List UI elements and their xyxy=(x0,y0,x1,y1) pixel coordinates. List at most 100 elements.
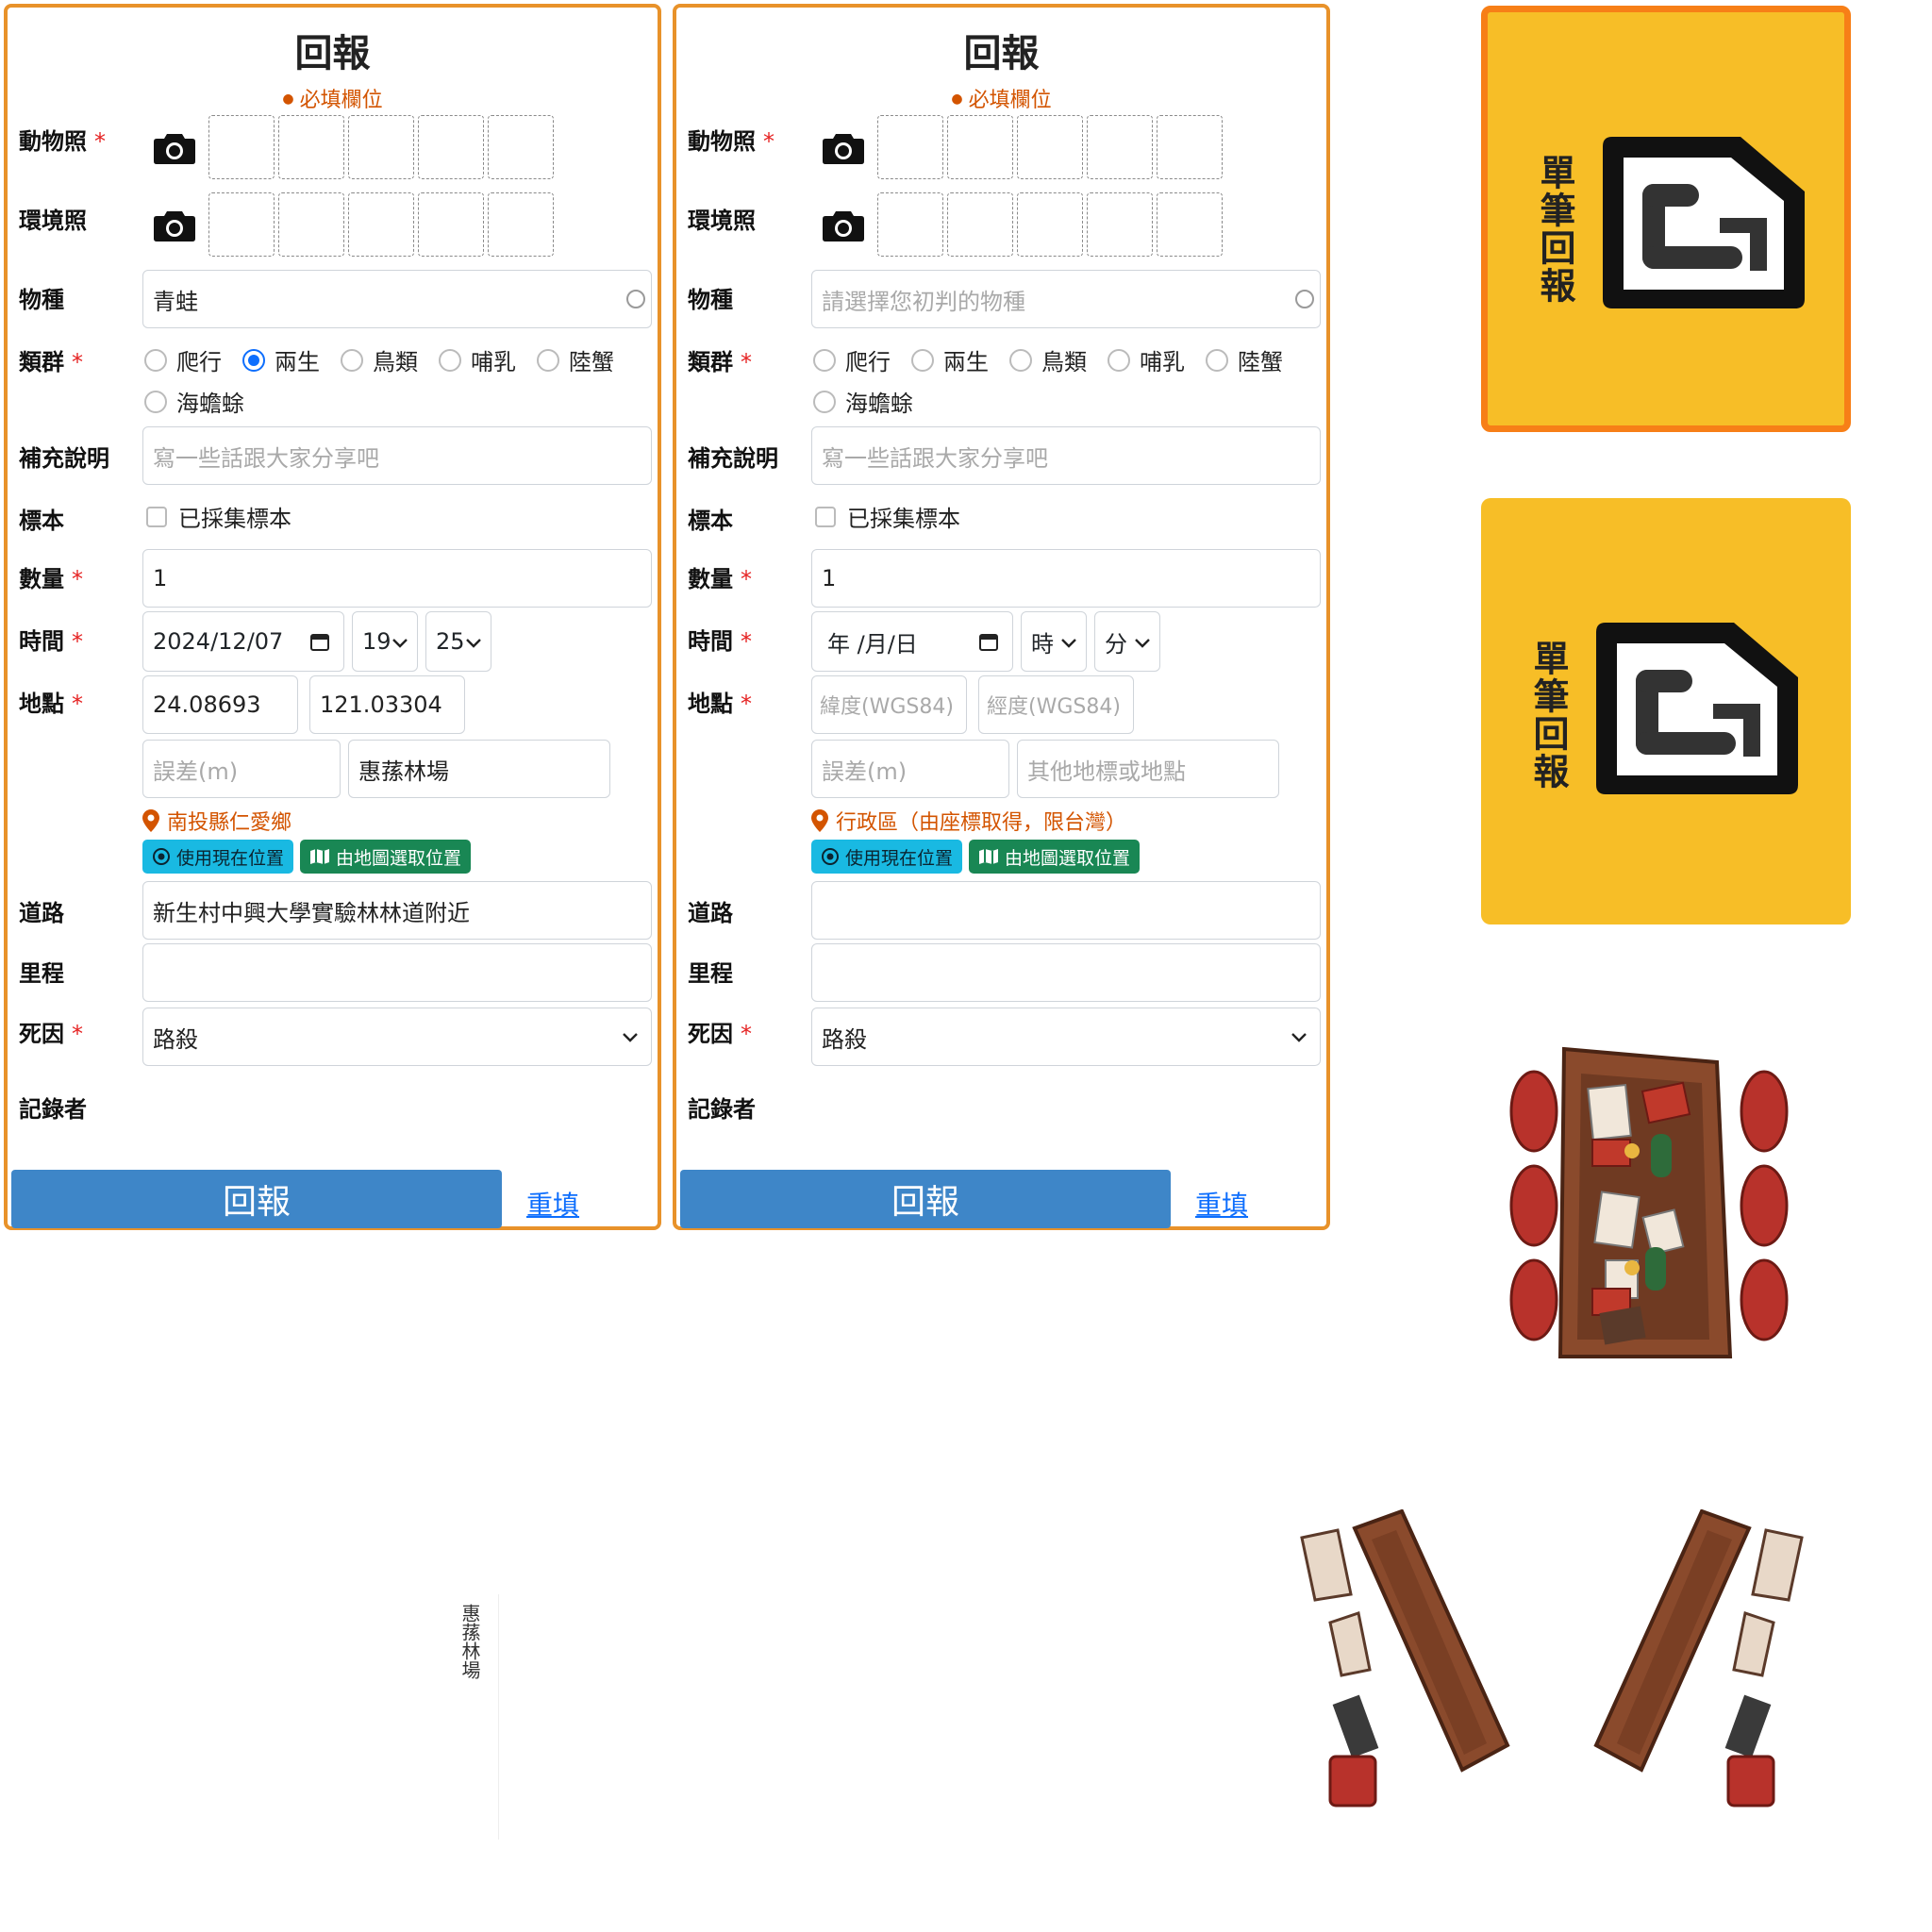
chevron-down-icon xyxy=(623,1033,638,1042)
death-cause-select[interactable]: 路殺 xyxy=(142,1008,652,1066)
mileage-input[interactable] xyxy=(142,943,652,1002)
road-input[interactable]: 新生村中興大學實驗林林道附近 xyxy=(142,881,652,940)
camera-icon[interactable] xyxy=(823,130,864,164)
label-location: 地點 * xyxy=(19,691,83,717)
photo-slot[interactable] xyxy=(1087,115,1153,179)
bench-illustration xyxy=(1300,1509,1510,1807)
radio-amphibian[interactable]: 兩生 xyxy=(911,343,989,376)
note-input[interactable]: 寫一些話跟大家分享吧 xyxy=(811,426,1321,485)
count-input[interactable]: 1 xyxy=(142,549,652,608)
date-input[interactable]: 年 /月/日 xyxy=(811,611,1013,672)
document-icon xyxy=(1596,623,1798,794)
photo-slot[interactable] xyxy=(877,192,943,257)
chevron-down-icon xyxy=(1135,639,1150,648)
photo-slot[interactable] xyxy=(208,115,275,179)
latitude-input[interactable]: 緯度(WGS84) xyxy=(811,675,967,734)
place-input[interactable]: 惠蓀林場 xyxy=(348,740,610,798)
photo-slot[interactable] xyxy=(488,192,554,257)
reset-link[interactable]: 重填 xyxy=(526,1185,579,1223)
radio-land-crab[interactable]: 陸蟹 xyxy=(1206,343,1283,376)
photo-slot[interactable] xyxy=(418,192,484,257)
submit-button[interactable]: 回報 xyxy=(11,1170,502,1228)
road-input[interactable] xyxy=(811,881,1321,940)
photo-slot[interactable] xyxy=(488,115,554,179)
mileage-input[interactable] xyxy=(811,943,1321,1002)
vertical-place-label: 惠蓀林場 xyxy=(458,1604,481,1679)
hour-select[interactable]: 19 xyxy=(352,611,418,672)
report-form-empty: 回報 ● 必填欄位 動物照 * 環境照 物種 請選擇您初判的物種 類群 * 爬行 兩生… xyxy=(673,4,1330,1230)
longitude-input[interactable]: 經度(WGS84) xyxy=(978,675,1134,734)
label-animal-photo: 動物照 * xyxy=(19,128,106,155)
label-note: 補充說明 xyxy=(19,445,109,472)
group-radio-group: 爬行 兩生 鳥類 哺乳 陸蟹 xyxy=(813,343,1304,376)
label-mileage: 里程 xyxy=(19,960,64,987)
radio-bird[interactable]: 鳥類 xyxy=(341,343,418,376)
crosshair-icon xyxy=(153,848,170,865)
photo-slot[interactable] xyxy=(348,115,414,179)
radio-mammal[interactable]: 哺乳 xyxy=(1108,343,1185,376)
photo-slot[interactable] xyxy=(1017,115,1083,179)
form-title: 回報 xyxy=(963,32,1040,75)
radio-bird[interactable]: 鳥類 xyxy=(1009,343,1087,376)
radio-land-crab[interactable]: 陸蟹 xyxy=(537,343,614,376)
label-road: 道路 xyxy=(19,900,64,926)
error-input[interactable]: 誤差(m) xyxy=(142,740,341,798)
note-input[interactable]: 寫一些話跟大家分享吧 xyxy=(142,426,652,485)
radio-cane-toad[interactable]: 海蟾蜍 xyxy=(144,385,244,418)
photo-slot[interactable] xyxy=(278,115,344,179)
label-animal-photo: 動物照 * xyxy=(688,128,774,155)
hour-select[interactable]: 時 xyxy=(1021,611,1087,672)
bench-illustration xyxy=(1593,1509,1804,1807)
radio-reptile[interactable]: 爬行 xyxy=(813,343,891,376)
photo-slot[interactable] xyxy=(1157,192,1223,257)
species-input[interactable]: 青蛙 xyxy=(142,270,652,328)
submit-button[interactable]: 回報 xyxy=(680,1170,1171,1228)
group-radio-group: 爬行 兩生 鳥類 哺乳 陸蟹 xyxy=(144,343,635,376)
crosshair-icon xyxy=(822,848,839,865)
pick-from-map-button[interactable]: 由地圖選取位置 xyxy=(300,840,472,874)
error-input[interactable]: 誤差(m) xyxy=(811,740,1009,798)
photo-slot[interactable] xyxy=(418,115,484,179)
photo-slot[interactable] xyxy=(1017,192,1083,257)
radio-cane-toad[interactable]: 海蟾蜍 xyxy=(813,385,913,418)
latitude-input[interactable]: 24.08693 xyxy=(142,675,298,734)
photo-slot[interactable] xyxy=(348,192,414,257)
reset-link[interactable]: 重填 xyxy=(1195,1185,1248,1223)
use-current-location-button[interactable]: 使用現在位置 xyxy=(811,840,963,874)
radio-reptile[interactable]: 爬行 xyxy=(144,343,222,376)
photo-slot[interactable] xyxy=(947,115,1013,179)
photo-slot[interactable] xyxy=(947,192,1013,257)
card-label: 單筆回報 xyxy=(1527,640,1569,791)
camera-icon[interactable] xyxy=(154,208,195,242)
date-input[interactable]: 2024/12/07 xyxy=(142,611,344,672)
place-input[interactable]: 其他地標或地點 xyxy=(1017,740,1279,798)
radio-amphibian[interactable]: 兩生 xyxy=(242,343,320,376)
minute-select[interactable]: 25 xyxy=(425,611,491,672)
species-input[interactable]: 請選擇您初判的物種 xyxy=(811,270,1321,328)
label-time: 時間 * xyxy=(688,628,752,655)
longitude-input[interactable]: 121.03304 xyxy=(309,675,465,734)
map-pin-icon xyxy=(811,809,828,832)
single-report-card[interactable]: 單筆回報 xyxy=(1481,498,1851,924)
label-recorder: 記錄者 xyxy=(688,1096,756,1123)
single-report-card-active[interactable]: 單筆回報 xyxy=(1481,6,1851,432)
death-cause-select[interactable]: 路殺 xyxy=(811,1008,1321,1066)
count-input[interactable]: 1 xyxy=(811,549,1321,608)
photo-slot[interactable] xyxy=(208,192,275,257)
photo-slot[interactable] xyxy=(877,115,943,179)
minute-select[interactable]: 分 xyxy=(1094,611,1160,672)
photo-slot[interactable] xyxy=(278,192,344,257)
specimen-checkbox[interactable]: 已採集標本 xyxy=(815,500,960,533)
map-icon xyxy=(310,849,329,864)
radio-mammal[interactable]: 哺乳 xyxy=(439,343,516,376)
photo-slot[interactable] xyxy=(1157,115,1223,179)
specimen-checkbox[interactable]: 已採集標本 xyxy=(146,500,291,533)
camera-icon[interactable] xyxy=(154,130,195,164)
camera-icon[interactable] xyxy=(823,208,864,242)
label-env-photo: 環境照 xyxy=(688,208,756,234)
label-location: 地點 * xyxy=(688,691,752,717)
photo-slot[interactable] xyxy=(1087,192,1153,257)
use-current-location-button[interactable]: 使用現在位置 xyxy=(142,840,294,874)
district-text: 行政區（由座標取得，限台灣） xyxy=(811,806,1126,836)
pick-from-map-button[interactable]: 由地圖選取位置 xyxy=(969,840,1141,874)
